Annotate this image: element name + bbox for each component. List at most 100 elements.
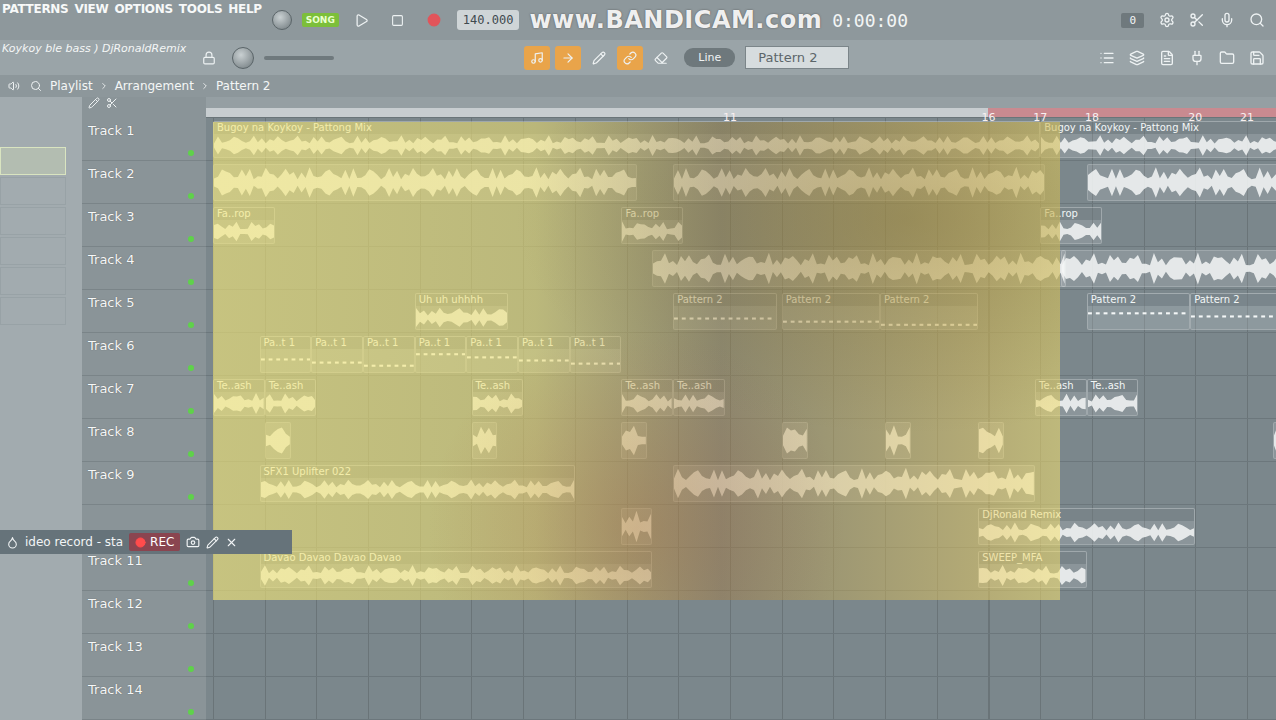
pattern-mode-button[interactable] <box>524 46 550 70</box>
clip[interactable] <box>782 422 808 459</box>
master-knob[interactable] <box>272 10 292 30</box>
track-lane[interactable] <box>206 677 1276 720</box>
folder-button[interactable] <box>1214 46 1240 70</box>
menu-item[interactable]: OPTIONS <box>114 2 172 16</box>
track-lane[interactable] <box>206 591 1276 634</box>
save-button[interactable] <box>1244 46 1270 70</box>
menu-item[interactable]: PATTERNS <box>2 2 68 16</box>
clip[interactable] <box>472 422 498 459</box>
playlist-path-item[interactable]: Arrangement <box>115 79 194 93</box>
track-enable-dot[interactable] <box>188 408 194 414</box>
clip[interactable]: Pa..t 1 <box>415 336 467 373</box>
stop-button[interactable] <box>385 8 411 32</box>
track-header[interactable]: Track 11 <box>82 548 206 591</box>
clip[interactable]: Bugoy na Koykoy - Pattong Mix <box>213 121 1040 158</box>
track-enable-dot[interactable] <box>188 451 194 457</box>
clip[interactable]: Davao Davao Davao Davao <box>260 551 653 588</box>
track-enable-dot[interactable] <box>188 322 194 328</box>
record-button[interactable] <box>421 8 447 32</box>
clip[interactable] <box>213 164 637 201</box>
clip[interactable] <box>673 164 1045 201</box>
clip[interactable]: Te..ash <box>213 379 265 416</box>
track-enable-dot[interactable] <box>188 580 194 586</box>
clip[interactable]: Pattern 2 <box>1190 293 1276 330</box>
clip[interactable]: SFX1 Uplifter 022 <box>260 465 575 502</box>
clip[interactable]: Fa..rop <box>621 207 683 244</box>
song-mode-toggle[interactable]: SONG <box>302 13 339 27</box>
track-lane[interactable] <box>206 161 1276 204</box>
track-enable-dot[interactable] <box>188 365 194 371</box>
clip[interactable]: Te..ash <box>472 379 524 416</box>
clip[interactable]: Fa..rop <box>213 207 275 244</box>
track-enable-dot[interactable] <box>188 236 194 242</box>
track-enable-dot[interactable] <box>188 494 194 500</box>
menu-item[interactable]: VIEW <box>74 2 108 16</box>
pitch-knob[interactable] <box>232 47 254 69</box>
pattern-selector[interactable]: Pattern 2 <box>745 46 849 69</box>
browser-row[interactable] <box>0 147 66 175</box>
track-lane[interactable]: Davao Davao Davao Davao SWEEP_MFA <box>206 548 1276 591</box>
camera-icon[interactable] <box>186 535 200 549</box>
track-lane[interactable]: SFX1 Uplifter 022 <box>206 462 1276 505</box>
track-lane[interactable]: Uh uh uhhhhPattern 2Pattern 2Pattern 2Pa… <box>206 290 1276 333</box>
browser-row[interactable] <box>0 177 66 205</box>
clip[interactable] <box>885 422 911 459</box>
clip[interactable]: Pa..t 1 <box>363 336 415 373</box>
settings-button[interactable] <box>1154 8 1180 32</box>
clip[interactable] <box>621 422 647 459</box>
layers-button[interactable] <box>1124 46 1150 70</box>
master-slider[interactable] <box>264 56 334 60</box>
clip[interactable]: Te..ash <box>673 379 725 416</box>
mic-button[interactable] <box>1214 8 1240 32</box>
browser-row[interactable] <box>0 267 66 295</box>
clip[interactable]: Pattern 2 <box>782 293 880 330</box>
plugin-button[interactable] <box>1184 46 1210 70</box>
clip[interactable]: Fa..rop <box>1040 207 1102 244</box>
track-enable-dot[interactable] <box>188 279 194 285</box>
browser-row[interactable] <box>0 207 66 235</box>
clip[interactable]: Pa..t 1 <box>518 336 570 373</box>
browser-row[interactable] <box>0 297 66 325</box>
menu-item[interactable]: HELP <box>228 2 261 16</box>
clip[interactable]: Pattern 2 <box>673 293 776 330</box>
pencil-icon[interactable] <box>206 536 219 549</box>
track-enable-dot[interactable] <box>188 709 194 715</box>
track-lane[interactable]: Te..ashTe..ashTe..ashTe..ashTe..ashTe..a… <box>206 376 1276 419</box>
bar-ruler[interactable]: 111617182021 <box>206 108 1276 118</box>
clip[interactable]: SWEEP_MFA <box>978 551 1087 588</box>
track-lane[interactable] <box>206 247 1276 290</box>
clip[interactable]: Uh uh uhhhh <box>415 293 508 330</box>
track-header[interactable]: Track 14 <box>82 677 206 720</box>
next-button[interactable] <box>555 46 581 70</box>
clip[interactable] <box>1087 164 1276 201</box>
play-button[interactable] <box>349 8 375 32</box>
lock-button[interactable] <box>196 46 222 70</box>
track-header[interactable]: Track 6 <box>82 333 206 376</box>
clip[interactable]: Te..ash <box>1035 379 1087 416</box>
file-button[interactable] <box>1154 46 1180 70</box>
tempo-display[interactable]: 140.000 <box>457 10 520 30</box>
help-button[interactable] <box>1244 8 1270 32</box>
playlist-path-item[interactable]: Pattern 2 <box>216 79 271 93</box>
track-lane[interactable]: Fa..rop Fa..rop Fa..rop <box>206 204 1276 247</box>
clip[interactable]: Pattern 2 <box>1087 293 1190 330</box>
clip[interactable]: DjRonald Remix <box>978 508 1195 545</box>
track-header[interactable]: Track 3 <box>82 204 206 247</box>
track-lane[interactable]: DjRonald Remix <box>206 505 1276 548</box>
track-header[interactable]: Track 8 <box>82 419 206 462</box>
clip[interactable] <box>978 422 1004 459</box>
track-header[interactable]: Track 12 <box>82 591 206 634</box>
clip[interactable] <box>621 508 652 545</box>
track-header[interactable]: Track 13 <box>82 634 206 677</box>
clip[interactable]: Bugoy na Koykoy - Pattong Mix <box>1040 121 1276 158</box>
track-enable-dot[interactable] <box>188 193 194 199</box>
track-header[interactable]: Track 1 <box>82 118 206 161</box>
clip[interactable] <box>652 250 1066 287</box>
clip[interactable]: Pa..t 1 <box>570 336 622 373</box>
browser-row[interactable] <box>0 237 66 265</box>
clip[interactable]: Pattern 2 <box>880 293 978 330</box>
pencil-icon[interactable] <box>88 97 100 109</box>
pencil-button[interactable] <box>586 46 612 70</box>
track-header[interactable]: Track 4 <box>82 247 206 290</box>
clip[interactable]: Pa..t 1 <box>466 336 518 373</box>
